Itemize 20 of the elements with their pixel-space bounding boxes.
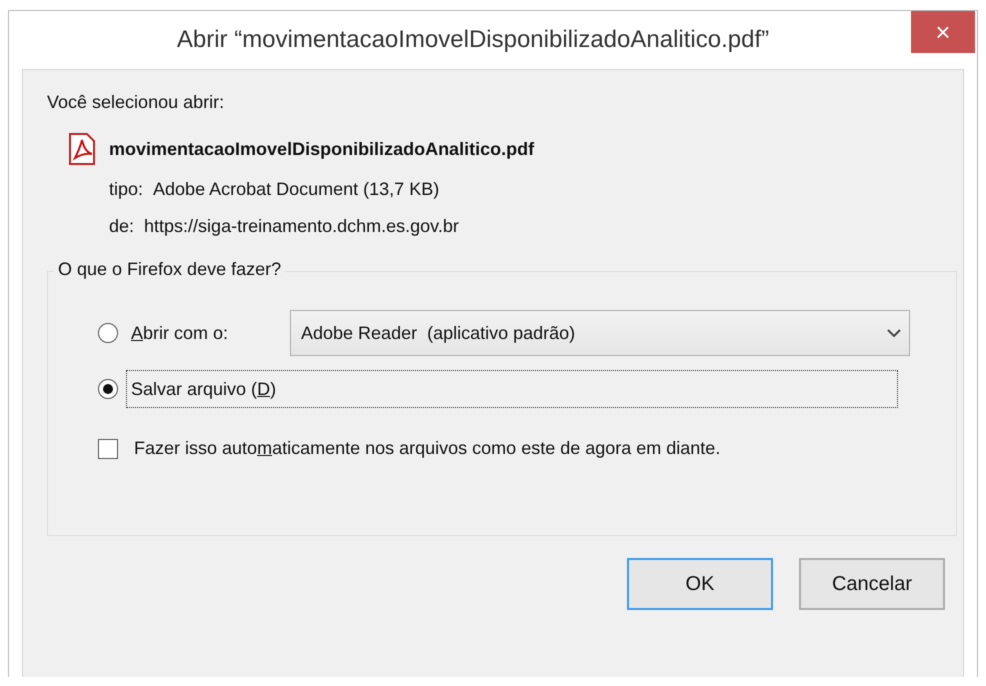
app-dropdown[interactable]: Adobe Reader (aplicativo padrão): [290, 310, 910, 356]
group-legend: O que o Firefox deve fazer?: [54, 259, 286, 280]
radio-button[interactable]: [98, 379, 118, 399]
chevron-icon: [887, 328, 901, 338]
close-button[interactable]: ×: [911, 11, 975, 53]
ok-button[interactable]: OK: [627, 558, 773, 610]
radio-button[interactable]: [98, 323, 118, 343]
file-name: movimentacaoImovelDisponibilizadoAnalitico.pdf: [109, 138, 534, 160]
option-label[interactable]: Abrir com o:: [126, 314, 276, 352]
detail-value: https://siga-treinamento.dchm.es.gov.br: [144, 216, 459, 237]
pdf-icon: [67, 133, 97, 165]
checkbox[interactable]: [98, 438, 118, 458]
window-title: Abrir “movimentacaoImovelDisponibilizadoAnalitico.pdf”: [176, 26, 770, 54]
intro-text: Você selecionou abrir:: [47, 92, 226, 113]
detail-label: tipo:: [109, 179, 144, 200]
cancel-button[interactable]: Cancelar: [799, 558, 945, 610]
option-label[interactable]: Salvar arquivo (D): [126, 370, 898, 408]
detail-label: de:: [109, 216, 134, 237]
checkbox-label[interactable]: Fazer isso automaticamente nos arquivos como este de agora em diante.: [134, 438, 720, 459]
detail-value: Adobe Acrobat Document (13,7 KB): [153, 179, 440, 200]
